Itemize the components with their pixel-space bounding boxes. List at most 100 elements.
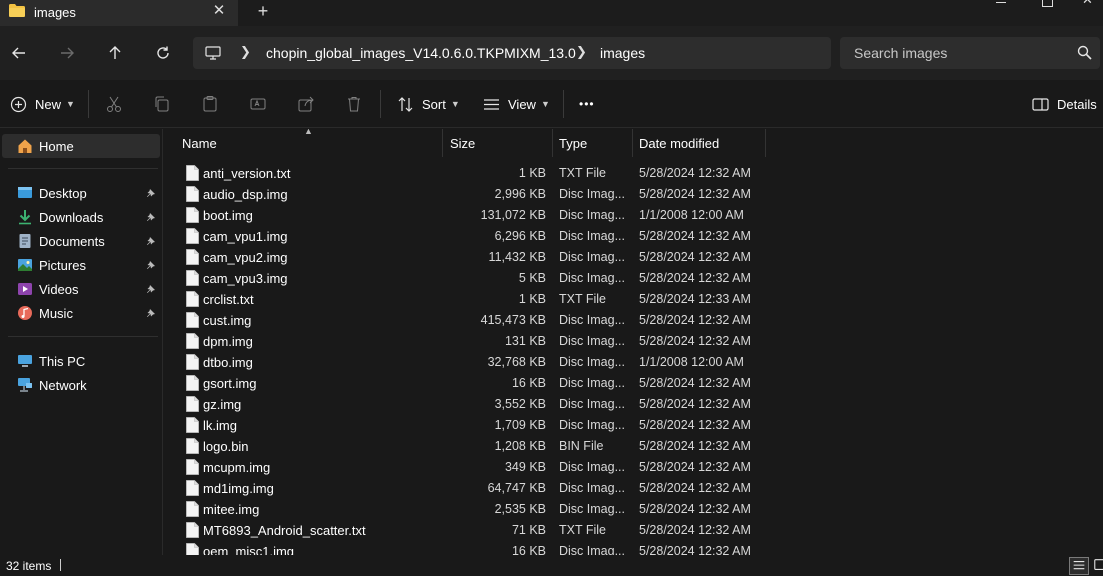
- column-divider[interactable]: [765, 129, 766, 157]
- file-row[interactable]: boot.img 131,072 KB Disc Imag... 1/1/2008 1…: [164, 205, 1103, 226]
- cut-icon[interactable]: [105, 95, 123, 113]
- file-row[interactable]: gz.img 3,552 KB Disc Imag... 5/28/2024 12:3…: [164, 394, 1103, 415]
- sidebar-item-videos[interactable]: Videos: [0, 277, 161, 301]
- file-row[interactable]: cust.img 415,473 KB Disc Imag... 5/28/2024 …: [164, 310, 1103, 331]
- file-type: TXT File: [559, 166, 606, 180]
- file-row[interactable]: lk.img 1,709 KB Disc Imag... 5/28/2024 12:3…: [164, 415, 1103, 436]
- file-icon: [186, 417, 199, 433]
- downloads-icon: [19, 210, 31, 225]
- forward-button[interactable]: [53, 39, 81, 67]
- file-icon: [186, 438, 199, 454]
- file-row[interactable]: anti_version.txt 1 KB TXT File 5/28/2024 12…: [164, 163, 1103, 184]
- column-divider[interactable]: [552, 129, 553, 157]
- sidebar-item-network[interactable]: Network: [0, 373, 161, 397]
- search-box[interactable]: Search images: [840, 37, 1100, 69]
- breadcrumb-segment-parent[interactable]: chopin_global_images_V14.0.6.0.TKPMIXM_1…: [266, 45, 576, 61]
- tiles-view-button[interactable]: [1092, 557, 1103, 575]
- sidebar-item-label: Desktop: [39, 185, 87, 201]
- rename-icon[interactable]: [249, 95, 267, 113]
- file-row[interactable]: mitee.img 2,535 KB Disc Imag... 5/28/2024 1…: [164, 499, 1103, 520]
- new-button[interactable]: New ▼: [10, 92, 75, 116]
- paste-icon[interactable]: [201, 95, 219, 113]
- search-input[interactable]: Search images: [854, 45, 947, 61]
- minimize-button[interactable]: [978, 0, 1024, 10]
- pin-icon[interactable]: [146, 188, 156, 198]
- delete-icon[interactable]: [345, 95, 363, 113]
- sidebar-item-this-pc[interactable]: This PC: [0, 349, 161, 373]
- file-row[interactable]: logo.bin 1,208 KB BIN File 5/28/2024 12:32 …: [164, 436, 1103, 457]
- sort-icon: [398, 96, 413, 112]
- file-name: MT6893_Android_scatter.txt: [203, 523, 366, 538]
- view-button[interactable]: View ▼: [483, 92, 550, 116]
- column-header-date[interactable]: Date modified: [639, 129, 719, 157]
- file-row[interactable]: audio_dsp.img 2,996 KB Disc Imag... 5/28/20…: [164, 184, 1103, 205]
- pin-icon[interactable]: [146, 212, 156, 222]
- details-pane-button[interactable]: Details: [1032, 92, 1097, 116]
- file-row[interactable]: cam_vpu3.img 5 KB Disc Imag... 5/28/2024 12…: [164, 268, 1103, 289]
- sort-button[interactable]: Sort ▼: [397, 92, 460, 116]
- file-size: 6,296 KB: [494, 229, 546, 243]
- file-date-modified: 5/28/2024 12:32 AM: [639, 334, 751, 348]
- file-name: cam_vpu1.img: [203, 229, 288, 244]
- file-row[interactable]: oem_misc1.img 16 KB Disc Imag... 5/28/2024 …: [164, 541, 1103, 555]
- tab-images[interactable]: images ✕: [0, 0, 238, 26]
- pin-icon[interactable]: [146, 284, 156, 294]
- file-icon: [186, 375, 199, 391]
- file-row[interactable]: dpm.img 131 KB Disc Imag... 5/28/2024 12:32…: [164, 331, 1103, 352]
- file-row[interactable]: MT6893_Android_scatter.txt 71 KB TXT File 5…: [164, 520, 1103, 541]
- copy-icon[interactable]: [153, 95, 171, 113]
- details-view-button[interactable]: [1069, 557, 1089, 575]
- column-header-type[interactable]: Type: [559, 129, 587, 157]
- sidebar-item-label: Home: [39, 138, 74, 154]
- file-date-modified: 5/28/2024 12:32 AM: [639, 166, 751, 180]
- file-row[interactable]: cam_vpu1.img 6,296 KB Disc Imag... 5/28/202…: [164, 226, 1103, 247]
- file-row[interactable]: dtbo.img 32,768 KB Disc Imag... 1/1/2008 12…: [164, 352, 1103, 373]
- sidebar-divider: [8, 168, 158, 169]
- file-row[interactable]: mcupm.img 349 KB Disc Imag... 5/28/2024 12:…: [164, 457, 1103, 478]
- new-tab-button[interactable]: +: [253, 0, 273, 22]
- column-divider[interactable]: [632, 129, 633, 157]
- maximize-button[interactable]: [1024, 0, 1070, 10]
- breadcrumb-segment-current[interactable]: images: [600, 45, 645, 61]
- file-name: gsort.img: [203, 376, 257, 391]
- chevron-right-icon[interactable]: ❯: [240, 44, 251, 60]
- share-icon[interactable]: [297, 95, 315, 113]
- file-icon: [186, 459, 199, 475]
- file-row[interactable]: gsort.img 16 KB Disc Imag... 5/28/2024 12:3…: [164, 373, 1103, 394]
- sidebar-item-desktop[interactable]: Desktop: [0, 181, 161, 205]
- file-row[interactable]: md1img.img 64,747 KB Disc Imag... 5/28/2024…: [164, 478, 1103, 499]
- file-size: 3,552 KB: [494, 397, 546, 411]
- file-type: Disc Imag...: [559, 229, 625, 243]
- sidebar-item-label: Pictures: [39, 257, 86, 273]
- navigation-pane: Home Desktop Downloads Documents Picture…: [0, 129, 163, 555]
- file-row[interactable]: crclist.txt 1 KB TXT File 5/28/2024 12:33 A…: [164, 289, 1103, 310]
- file-date-modified: 5/28/2024 12:32 AM: [639, 481, 751, 495]
- file-size: 131 KB: [504, 334, 546, 348]
- network-icon: [18, 378, 32, 392]
- sidebar-item-music[interactable]: Music: [0, 301, 161, 325]
- up-button[interactable]: [101, 39, 129, 67]
- pin-icon[interactable]: [146, 308, 156, 318]
- sidebar-item-home[interactable]: Home: [2, 134, 160, 158]
- close-window-button[interactable]: [1070, 0, 1103, 10]
- refresh-button[interactable]: [149, 39, 177, 67]
- sidebar-item-documents[interactable]: Documents: [0, 229, 161, 253]
- column-header-size[interactable]: Size: [450, 129, 475, 157]
- monitor-icon: [205, 46, 221, 60]
- sidebar-item-pictures[interactable]: Pictures: [0, 253, 161, 277]
- sidebar-item-downloads[interactable]: Downloads: [0, 205, 161, 229]
- file-row[interactable]: cam_vpu2.img 11,432 KB Disc Imag... 5/28/20…: [164, 247, 1103, 268]
- chevron-right-icon[interactable]: ❯: [576, 44, 587, 60]
- pin-icon[interactable]: [146, 236, 156, 246]
- close-tab-icon[interactable]: ✕: [210, 2, 228, 20]
- back-button[interactable]: [5, 39, 33, 67]
- column-header-name[interactable]: Name: [182, 129, 217, 157]
- pin-icon[interactable]: [146, 260, 156, 270]
- file-type: BIN File: [559, 439, 604, 453]
- breadcrumb[interactable]: ❯ chopin_global_images_V14.0.6.0.TKPMIXM…: [193, 37, 831, 69]
- toolbar-divider: [380, 90, 381, 118]
- file-date-modified: 5/28/2024 12:32 AM: [639, 439, 751, 453]
- column-divider[interactable]: [442, 129, 443, 157]
- file-name: oem_misc1.img: [203, 544, 295, 555]
- more-options-button[interactable]: •••: [579, 92, 595, 116]
